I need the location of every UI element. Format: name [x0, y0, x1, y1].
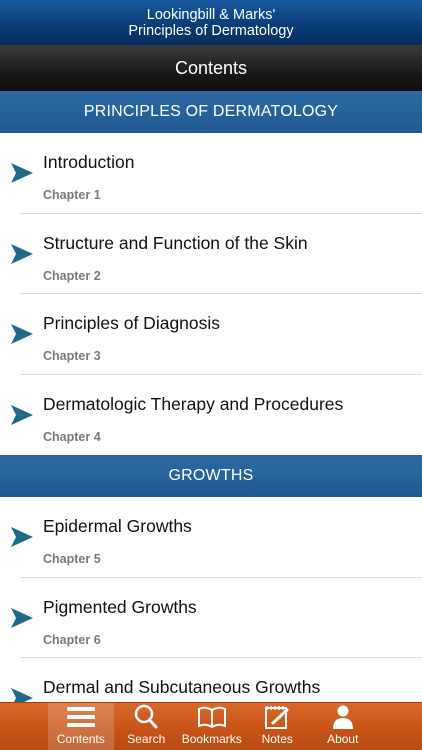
- list-item-title: Pigmented Growths: [43, 596, 197, 617]
- list-item[interactable]: Principles of Diagnosis Chapter 3: [0, 294, 422, 375]
- chevron-right-icon: [11, 688, 33, 702]
- section-title: PRINCIPLES OF DERMATOLOGY: [83, 103, 339, 120]
- list-item-title: Epidermal Growths: [43, 516, 192, 536]
- list-item-subtitle: Chapter 1: [43, 188, 101, 202]
- tab-search[interactable]: Search: [114, 703, 180, 750]
- chevron-right-icon: [11, 607, 33, 628]
- list-item[interactable]: Dermal and Subcutaneous Growths: [0, 658, 422, 702]
- chevron-right-icon: [11, 243, 33, 264]
- list-item[interactable]: Pigmented Growths Chapter 6: [0, 577, 422, 658]
- nav-title: Contents: [174, 57, 248, 78]
- tab-contents[interactable]: Contents: [48, 703, 114, 750]
- list-item[interactable]: Introduction Chapter 1: [0, 133, 422, 214]
- tab-about[interactable]: About: [310, 703, 376, 750]
- tab-label: Bookmarks: [181, 732, 242, 746]
- list-item-subtitle: Chapter 5: [43, 552, 101, 566]
- person-icon: [332, 705, 353, 729]
- chevron-right-icon: [11, 163, 33, 183]
- tab-label: Search: [127, 732, 166, 746]
- list-item-title: Introduction: [43, 152, 135, 172]
- chevron-right-icon: [11, 324, 33, 344]
- app-title-line-1: Lookingbill & Marks': [146, 6, 276, 23]
- list-item-subtitle: Chapter 4: [43, 429, 101, 444]
- notepad-icon: [265, 706, 289, 729]
- tab-label: About: [327, 732, 359, 746]
- app-title-bar: Lookingbill & Marks' Principles of Derma…: [0, 0, 422, 45]
- tab-label: Notes: [261, 732, 293, 746]
- list-item[interactable]: Structure and Function of the Skin Chapt…: [0, 213, 422, 294]
- contents-list[interactable]: PRINCIPLES OF DERMATOLOGY Introduction C…: [0, 91, 422, 702]
- section-header-principles: PRINCIPLES OF DERMATOLOGY: [0, 91, 422, 133]
- list-item-subtitle: Chapter 3: [43, 349, 101, 363]
- book-icon: [197, 706, 226, 729]
- navigation-bar: Contents: [0, 45, 422, 91]
- list-item-subtitle: Chapter 2: [43, 268, 101, 283]
- section-header-growths: GROWTHS: [0, 455, 422, 497]
- list-icon: [66, 707, 95, 727]
- tab-label: Contents: [56, 732, 105, 746]
- list-item-subtitle: Chapter 6: [43, 632, 101, 647]
- section-title: GROWTHS: [168, 467, 254, 484]
- app-title-line-2: Principles of Dermatology: [128, 22, 294, 39]
- tab-bookmarks[interactable]: Bookmarks: [179, 703, 245, 750]
- chevron-right-icon: [11, 404, 33, 425]
- tab-notes[interactable]: Notes: [245, 703, 311, 750]
- list-item-title: Dermal and Subcutaneous Growths: [43, 677, 321, 697]
- list-item[interactable]: Dermatologic Therapy and Procedures Chap…: [0, 374, 422, 455]
- tab-bar: Contents Search Bookmarks Notes About: [0, 702, 422, 750]
- list-item-title: Principles of Diagnosis: [43, 313, 221, 333]
- list-item-title: Dermatologic Therapy and Procedures: [43, 393, 344, 414]
- chevron-right-icon: [11, 527, 33, 547]
- list-item-title: Structure and Function of the Skin: [43, 232, 308, 253]
- list-item[interactable]: Epidermal Growths Chapter 5: [0, 497, 422, 578]
- search-icon: [135, 704, 158, 729]
